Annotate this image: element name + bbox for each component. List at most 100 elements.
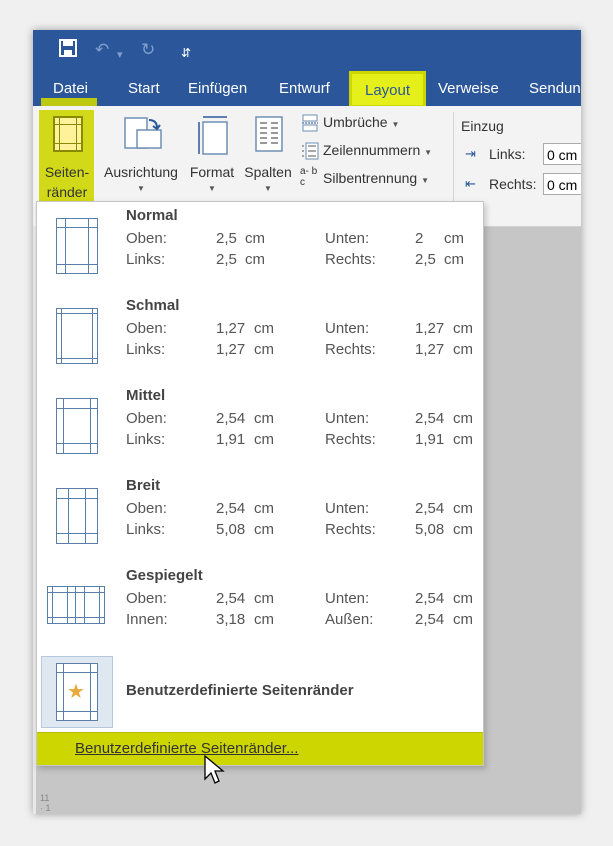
margin-preset-breit[interactable]: Breit Oben: 2,54 cm Unten: 2,54 cm Links…: [37, 472, 483, 562]
top-value: 2,54: [216, 500, 246, 517]
top-label: Oben:: [126, 230, 167, 247]
breaks-label: Umbrüche: [323, 114, 388, 130]
left-value: 2,5: [216, 251, 237, 268]
tab-layout[interactable]: Layout: [349, 71, 427, 108]
margin-preview-icon: [56, 398, 98, 454]
save-icon[interactable]: [59, 39, 77, 63]
custom-margins-command-label: Benutzerdefinierte Seitenränder...: [75, 740, 299, 757]
undo-icon[interactable]: ↶: [95, 39, 109, 61]
tab-sendungen[interactable]: Sendun: [529, 70, 581, 106]
breaks-icon: [302, 114, 318, 132]
unit: cm: [245, 251, 265, 268]
preset-name: Breit: [126, 477, 161, 494]
customize-qat-icon[interactable]: ⇵: [181, 42, 191, 64]
unit: cm: [453, 410, 473, 427]
margin-preview-icon: [56, 218, 98, 274]
left-value: 1,27: [216, 341, 246, 358]
unit: cm: [453, 500, 473, 517]
orientation-button[interactable]: Ausrichtung ▼: [99, 110, 183, 202]
orientation-icon: [124, 117, 162, 149]
chevron-down-icon: ▼: [137, 184, 145, 193]
margins-label-1: Seiten-: [44, 164, 90, 180]
tab-start[interactable]: Start: [128, 70, 160, 106]
margin-preset-normal[interactable]: Normal Oben: 2,5 cm Unten: 2 cm Links: 2…: [37, 202, 483, 292]
ribbon-tabs: Datei Start Einfügen Entwurf Layout Verw…: [33, 70, 581, 108]
top-value: 2,5: [216, 230, 237, 247]
left-label: Links:: [126, 521, 166, 538]
top-value: 2,54: [216, 410, 246, 427]
page-size-icon: [198, 116, 228, 155]
unit: cm: [444, 251, 464, 268]
orientation-label: Ausrichtung: [104, 164, 178, 180]
mouse-cursor-icon: [204, 755, 225, 784]
redo-icon[interactable]: ↻: [141, 39, 155, 61]
hyphenation-icon: a- bc: [300, 166, 318, 188]
margin-preview-right-page-icon: [75, 586, 105, 624]
bottom-value: 1,27: [415, 320, 445, 337]
margin-preset-mittel[interactable]: Mittel Oben: 2,54 cm Unten: 2,54 cm Link…: [37, 382, 483, 472]
word-window: ↶ ▾ ↻ ⇵ Datei Start Einfügen Entwurf Lay…: [33, 30, 581, 814]
left-value: 5,08: [216, 521, 246, 538]
columns-button[interactable]: Spalten ▼: [241, 110, 295, 202]
bottom-value: 2,54: [415, 410, 445, 427]
star-icon: ★: [67, 681, 85, 703]
margin-preview-icon: [56, 308, 98, 364]
margins-icon: [53, 116, 83, 152]
preset-name: Normal: [126, 207, 178, 224]
top-label: Oben:: [126, 590, 167, 607]
top-value: 2,54: [216, 590, 246, 607]
bottom-label: Unten:: [325, 230, 370, 247]
line-numbers-label: Zeilennummern: [323, 142, 421, 158]
bottom-label: Unten:: [325, 410, 370, 427]
preset-name: Gespiegelt: [126, 567, 203, 584]
unit: cm: [254, 341, 274, 358]
chevron-down-icon: ▼: [421, 176, 429, 185]
indent-right-input[interactable]: 0 cm: [543, 173, 581, 195]
right-value: 1,91: [415, 431, 445, 448]
bottom-value: 2,54: [415, 590, 445, 607]
indent-left-input[interactable]: 0 cm: [543, 143, 581, 165]
right-value: 5,08: [415, 521, 445, 538]
tab-einfuegen[interactable]: Einfügen: [188, 70, 247, 106]
unit: cm: [444, 230, 464, 247]
tab-verweise[interactable]: Verweise: [438, 70, 499, 106]
chevron-down-icon: ▼: [208, 184, 216, 193]
indent-right-icon: ⇤: [465, 176, 476, 191]
top-label: Oben:: [126, 500, 167, 517]
right-label: Rechts:: [325, 251, 376, 268]
margins-dropdown: Normal Oben: 2,5 cm Unten: 2 cm Links: 2…: [36, 201, 484, 766]
ruler-text: 11 · 1: [40, 793, 51, 813]
right-label: Rechts:: [325, 341, 376, 358]
preset-name: Mittel: [126, 387, 166, 404]
custom-margins-icon: ★: [56, 663, 98, 721]
custom-preset-label: Benutzerdefinierte Seitenränder: [126, 682, 354, 699]
custom-margins-command[interactable]: Benutzerdefinierte Seitenränder...: [37, 732, 483, 765]
undo-dropdown-icon[interactable]: ▾: [117, 44, 123, 66]
breaks-button[interactable]: Umbrüche ▼: [299, 112, 449, 136]
indent-left-icon: ⇥: [465, 146, 476, 161]
margin-preset-schmal[interactable]: Schmal Oben: 1,27 cm Unten: 1,27 cm Link…: [37, 292, 483, 382]
margin-preset-gespiegelt[interactable]: Gespiegelt Oben: 2,54 cm Unten: 2,54 cm …: [37, 562, 483, 652]
line-numbers-button[interactable]: Zeilennummern ▼: [299, 140, 459, 164]
margins-button[interactable]: Seiten- ränder ▼: [39, 110, 94, 215]
unit: cm: [254, 500, 274, 517]
margin-preset-custom[interactable]: ★ Benutzerdefinierte Seitenränder: [37, 653, 483, 731]
outside-label: Außen:: [325, 611, 374, 628]
hyphenation-label: Silbentrennung: [323, 170, 418, 186]
tab-entwurf[interactable]: Entwurf: [279, 70, 330, 106]
hyphenation-button[interactable]: a- bc Silbentrennung ▼: [299, 166, 459, 192]
chevron-down-icon: ▼: [264, 184, 272, 193]
unit: cm: [254, 611, 274, 628]
unit: cm: [453, 320, 473, 337]
chevron-down-icon: ▼: [424, 148, 433, 157]
tab-datei[interactable]: Datei: [53, 70, 88, 106]
left-label: Links:: [126, 251, 166, 268]
margin-preview-icon: [56, 488, 98, 544]
top-label: Oben:: [126, 410, 167, 427]
vertical-ruler: 11 · 1: [36, 765, 54, 814]
inside-value: 3,18: [216, 611, 246, 628]
size-button[interactable]: Format ▼: [185, 110, 239, 202]
title-bar: ↶ ▾ ↻ ⇵: [33, 30, 581, 70]
right-value: 2,5: [415, 251, 436, 268]
chevron-down-icon: ▼: [391, 120, 400, 129]
